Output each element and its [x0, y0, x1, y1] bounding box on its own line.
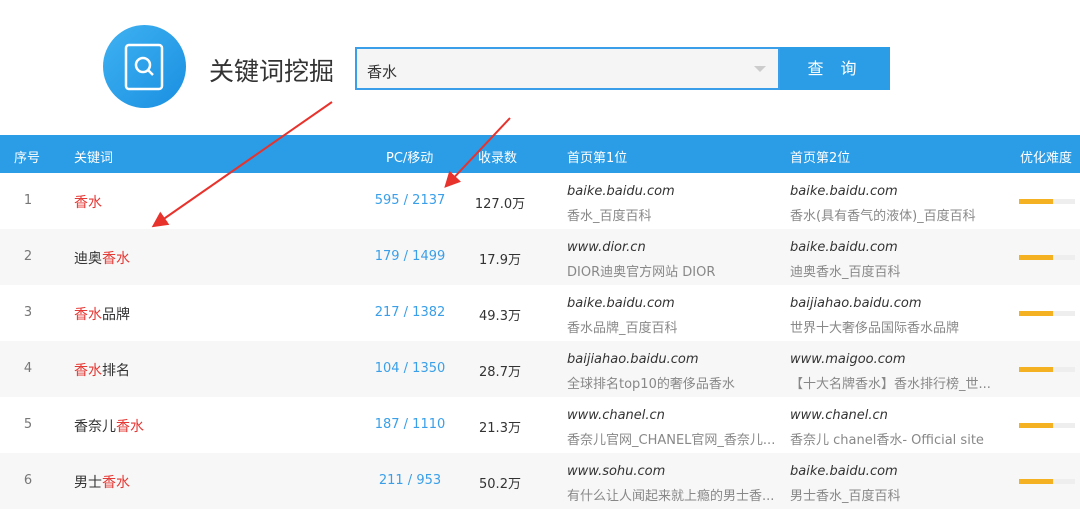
pc-mobile-value[interactable]: 595 / 2137 — [340, 193, 480, 208]
keyword-prefix: 香奈儿 — [74, 419, 116, 435]
rank2-title[interactable]: 世界十大奢侈品国际香水品牌 — [790, 317, 959, 336]
rank1-title[interactable]: 有什么让人闻起来就上瘾的男士香... — [567, 485, 774, 504]
keyword-suffix: 品牌 — [102, 307, 130, 323]
table-row[interactable]: 1 香水 595 / 2137 127.0万 baike.baidu.com 香… — [0, 173, 1080, 229]
col-rank2: 首页第2位 — [790, 151, 851, 166]
rank2-title[interactable]: 男士香水_百度百科 — [790, 485, 901, 504]
rank2-domain[interactable]: baijiahao.baidu.com — [790, 296, 922, 311]
rank1-title[interactable]: 全球排名top10的奢侈品香水 — [567, 373, 735, 392]
rank2-domain[interactable]: www.chanel.cn — [790, 408, 888, 423]
keyword-link[interactable]: 迪奥香水 — [74, 248, 130, 268]
rank1-domain[interactable]: www.chanel.cn — [567, 408, 665, 423]
keyword-prefix: 男士 — [74, 475, 102, 491]
page-title: 关键词挖掘 — [209, 57, 335, 86]
keyword-highlight: 香水 — [74, 363, 102, 379]
table-row[interactable]: 6 男士香水 211 / 953 50.2万 www.sohu.com 有什么让… — [0, 453, 1080, 509]
rank2-title[interactable]: 迪奥香水_百度百科 — [790, 261, 901, 280]
col-count: 收录数 — [478, 151, 518, 166]
index-count: 50.2万 — [479, 477, 521, 492]
keyword-link[interactable]: 男士香水 — [74, 472, 130, 492]
difficulty-fill — [1019, 367, 1053, 372]
row-index: 1 — [23, 193, 33, 208]
keyword-link[interactable]: 香水品牌 — [74, 304, 130, 324]
difficulty-bar — [1019, 423, 1075, 428]
col-difficulty: 优化难度 — [1020, 151, 1073, 166]
rank1-title[interactable]: 香水_百度百科 — [567, 205, 652, 224]
rank2-domain[interactable]: baike.baidu.com — [790, 240, 898, 255]
pc-mobile-value[interactable]: 217 / 1382 — [340, 305, 480, 320]
index-count: 21.3万 — [479, 421, 521, 436]
rank2-domain[interactable]: www.maigoo.com — [790, 352, 906, 367]
keyword-highlight: 香水 — [102, 475, 130, 491]
row-index: 3 — [23, 305, 33, 320]
difficulty-fill — [1019, 423, 1053, 428]
query-button[interactable]: 查 询 — [780, 47, 890, 90]
col-keyword: 关键词 — [74, 151, 114, 166]
app-logo — [103, 25, 186, 108]
col-rank1: 首页第1位 — [567, 151, 628, 166]
table-row[interactable]: 4 香水排名 104 / 1350 28.7万 baijiahao.baidu.… — [0, 341, 1080, 397]
keyword-link[interactable]: 香水 — [74, 192, 102, 212]
row-index: 6 — [23, 473, 33, 488]
index-count: 49.3万 — [479, 309, 521, 324]
rank1-title[interactable]: 香水品牌_百度百科 — [567, 317, 678, 336]
difficulty-bar — [1019, 199, 1075, 204]
keyword-highlight: 香水 — [102, 251, 130, 267]
rank1-title[interactable]: 香奈儿官网_CHANEL官网_香奈儿... — [567, 429, 775, 448]
difficulty-bar — [1019, 255, 1075, 260]
row-index: 5 — [23, 417, 33, 432]
rank2-title[interactable]: 香奈儿 chanel香水- Official site — [790, 429, 984, 448]
keyword-search-input[interactable]: 香水 — [355, 47, 780, 90]
index-count: 17.9万 — [479, 253, 521, 268]
pc-mobile-value[interactable]: 104 / 1350 — [340, 361, 480, 376]
table-row[interactable]: 3 香水品牌 217 / 1382 49.3万 baike.baidu.com … — [0, 285, 1080, 341]
pc-mobile-value[interactable]: 179 / 1499 — [340, 249, 480, 264]
rank1-title[interactable]: DIOR迪奥官方网站 DIOR — [567, 261, 715, 280]
difficulty-fill — [1019, 255, 1053, 260]
search-value: 香水 — [367, 63, 398, 81]
difficulty-fill — [1019, 311, 1053, 316]
difficulty-bar — [1019, 311, 1075, 316]
table-header: 序号 关键词 PC/移动 收录数 首页第1位 首页第2位 优化难度 — [0, 135, 1080, 173]
keyword-link[interactable]: 香水排名 — [74, 360, 130, 380]
keyword-highlight: 香水 — [116, 419, 144, 435]
table-row[interactable]: 2 迪奥香水 179 / 1499 17.9万 www.dior.cn DIOR… — [0, 229, 1080, 285]
rank2-domain[interactable]: baike.baidu.com — [790, 184, 898, 199]
pc-mobile-value[interactable]: 187 / 1110 — [340, 417, 480, 432]
rank1-domain[interactable]: baike.baidu.com — [567, 296, 675, 311]
keyword-link[interactable]: 香奈儿香水 — [74, 416, 144, 436]
col-index: 序号 — [14, 151, 41, 166]
keyword-suffix: 排名 — [102, 363, 130, 379]
keyword-highlight: 香水 — [74, 195, 102, 211]
index-count: 127.0万 — [474, 197, 526, 212]
row-index: 2 — [23, 249, 33, 264]
rank1-domain[interactable]: www.dior.cn — [567, 240, 646, 255]
table-row[interactable]: 5 香奈儿香水 187 / 1110 21.3万 www.chanel.cn 香… — [0, 397, 1080, 453]
col-pc-mobile: PC/移动 — [386, 151, 434, 166]
rank2-title[interactable]: 香水(具有香气的液体)_百度百科 — [790, 205, 976, 224]
row-index: 4 — [23, 361, 33, 376]
difficulty-fill — [1019, 479, 1053, 484]
search-document-icon — [124, 43, 164, 91]
pc-mobile-value[interactable]: 211 / 953 — [340, 473, 480, 488]
rank2-title[interactable]: 【十大名牌香水】香水排行榜_世... — [790, 373, 991, 392]
difficulty-bar — [1019, 367, 1075, 372]
keyword-prefix: 迪奥 — [74, 251, 102, 267]
rank1-domain[interactable]: baike.baidu.com — [567, 184, 675, 199]
rank1-domain[interactable]: www.sohu.com — [567, 464, 665, 479]
rank2-domain[interactable]: baike.baidu.com — [790, 464, 898, 479]
dropdown-caret-icon[interactable] — [754, 66, 766, 72]
keyword-highlight: 香水 — [74, 307, 102, 323]
difficulty-fill — [1019, 199, 1053, 204]
rank1-domain[interactable]: baijiahao.baidu.com — [567, 352, 699, 367]
difficulty-bar — [1019, 479, 1075, 484]
index-count: 28.7万 — [479, 365, 521, 380]
